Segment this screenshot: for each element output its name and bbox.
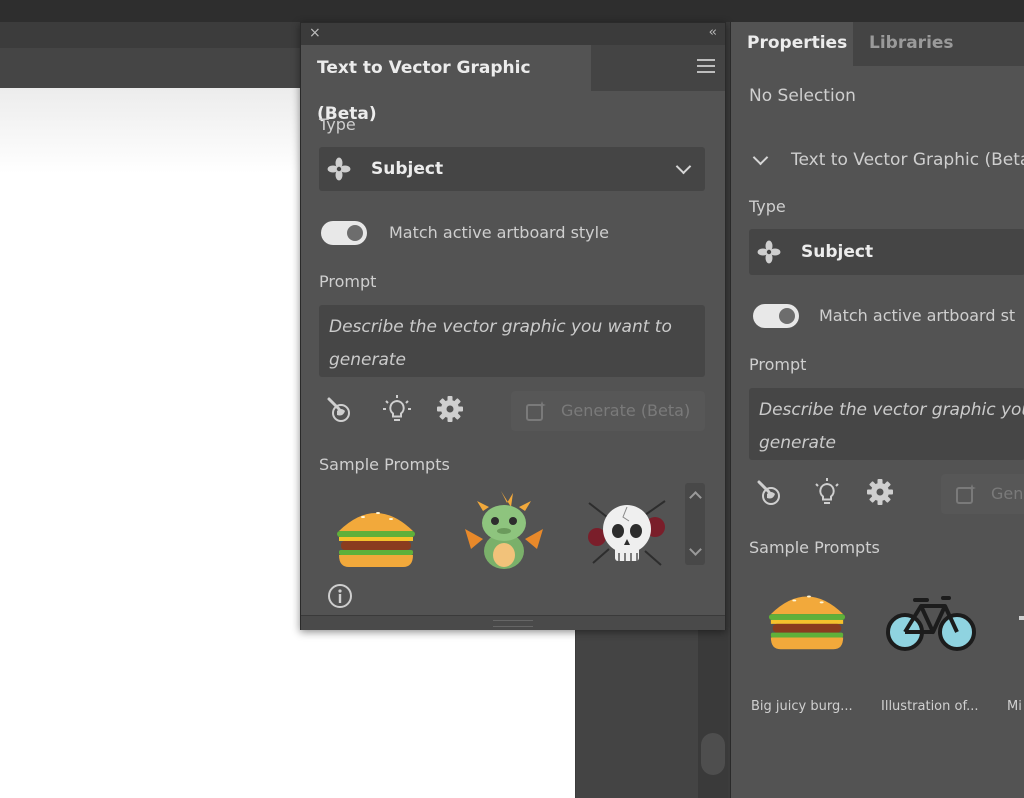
panel-resize-bar[interactable]: [301, 615, 725, 630]
type-label: Type: [749, 197, 786, 216]
match-style-label: Match active artboard st: [819, 306, 1016, 325]
tab-properties[interactable]: Properties: [731, 22, 853, 66]
type-label: Type: [319, 115, 356, 134]
generate-button-label: Generate (Beta): [561, 401, 691, 420]
vertical-scroll-thumb[interactable]: [701, 733, 725, 775]
chevron-down-icon: [675, 158, 692, 175]
panel-menu-icon[interactable]: [697, 59, 715, 73]
sample-caption-partial: Mi: [1007, 699, 1022, 714]
document-tab-strip: [0, 48, 300, 89]
section-header-text-to-vector[interactable]: Text to Vector Graphic (Beta: [749, 148, 1024, 174]
sample-skull-thumbnail[interactable]: [587, 493, 667, 571]
chevron-down-icon: [752, 149, 769, 166]
app-top-bar: [0, 0, 1024, 22]
generate-button[interactable]: Generate (Beta): [511, 391, 705, 431]
collapse-panel-icon[interactable]: ‹‹: [709, 25, 718, 40]
properties-panel: Properties Libraries No Selection Text t…: [730, 22, 1024, 798]
match-style-toggle[interactable]: [321, 221, 367, 245]
sample-prompts-label: Sample Prompts: [319, 455, 450, 474]
sample-caption-bicycle: Illustration of...: [881, 699, 979, 714]
prompt-placeholder: Describe the vector graphic you w genera…: [759, 400, 1024, 453]
toggle-knob: [779, 308, 795, 324]
sample-scrollbar[interactable]: [685, 483, 705, 565]
sample-caption-burger: Big juicy burg...: [751, 699, 853, 714]
subject-pinwheel-icon: [757, 240, 781, 264]
prompt-placeholder: Describe the vector graphic you want to …: [329, 317, 672, 370]
type-dropdown[interactable]: Subject: [749, 229, 1024, 275]
text-to-vector-floating-panel: × ‹‹ Text to Vector Graphic (Beta) Type …: [300, 22, 726, 630]
canvas-pasteboard: [576, 628, 698, 798]
tab-libraries[interactable]: Libraries: [869, 22, 954, 64]
type-dropdown[interactable]: Subject: [319, 147, 705, 191]
generate-sparkle-icon: [526, 401, 546, 421]
sample-burger-thumbnail[interactable]: [333, 501, 419, 571]
tab-text-to-vector[interactable]: Text to Vector Graphic (Beta): [301, 45, 591, 124]
lightbulb-icon[interactable]: [381, 393, 413, 425]
scroll-up-icon[interactable]: [689, 491, 702, 504]
sample-prompts-label: Sample Prompts: [749, 538, 880, 557]
generate-button-label: Gen: [991, 484, 1024, 503]
match-style-toggle[interactable]: [753, 304, 799, 328]
section-title: Text to Vector Graphic (Beta: [791, 150, 1024, 170]
properties-tab-row: Properties Libraries: [731, 22, 1024, 66]
toggle-knob: [347, 225, 363, 241]
sample-burger-thumbnail[interactable]: [765, 584, 849, 654]
info-icon[interactable]: [327, 583, 353, 609]
sample-dragon-thumbnail[interactable]: [463, 489, 545, 571]
sample-partial-thumbnail[interactable]: [1019, 616, 1024, 620]
prompt-label: Prompt: [749, 355, 807, 374]
prompt-label: Prompt: [319, 272, 377, 291]
gear-icon[interactable]: [865, 477, 895, 507]
generate-sparkle-icon: [956, 484, 976, 504]
subject-pinwheel-icon: [327, 157, 351, 181]
prompt-input[interactable]: Describe the vector graphic you w genera…: [749, 388, 1024, 460]
lightbulb-icon[interactable]: [811, 476, 843, 508]
gear-icon[interactable]: [435, 394, 465, 424]
style-picker-icon[interactable]: [325, 393, 357, 425]
sample-bicycle-thumbnail[interactable]: [883, 592, 979, 654]
scroll-down-icon[interactable]: [689, 543, 702, 556]
close-icon[interactable]: ×: [309, 25, 321, 41]
panel-title-bar[interactable]: × ‹‹: [301, 23, 725, 45]
style-picker-icon[interactable]: [755, 476, 787, 508]
generate-button[interactable]: Gen: [941, 474, 1024, 514]
prompt-input[interactable]: Describe the vector graphic you want to …: [319, 305, 705, 377]
type-dropdown-value: Subject: [801, 242, 874, 262]
type-dropdown-value: Subject: [371, 159, 444, 179]
match-style-label: Match active artboard style: [389, 223, 609, 242]
no-selection-label: No Selection: [749, 86, 856, 106]
panel-tab-row: Text to Vector Graphic (Beta): [301, 45, 725, 124]
resize-grip-icon[interactable]: [493, 620, 533, 627]
